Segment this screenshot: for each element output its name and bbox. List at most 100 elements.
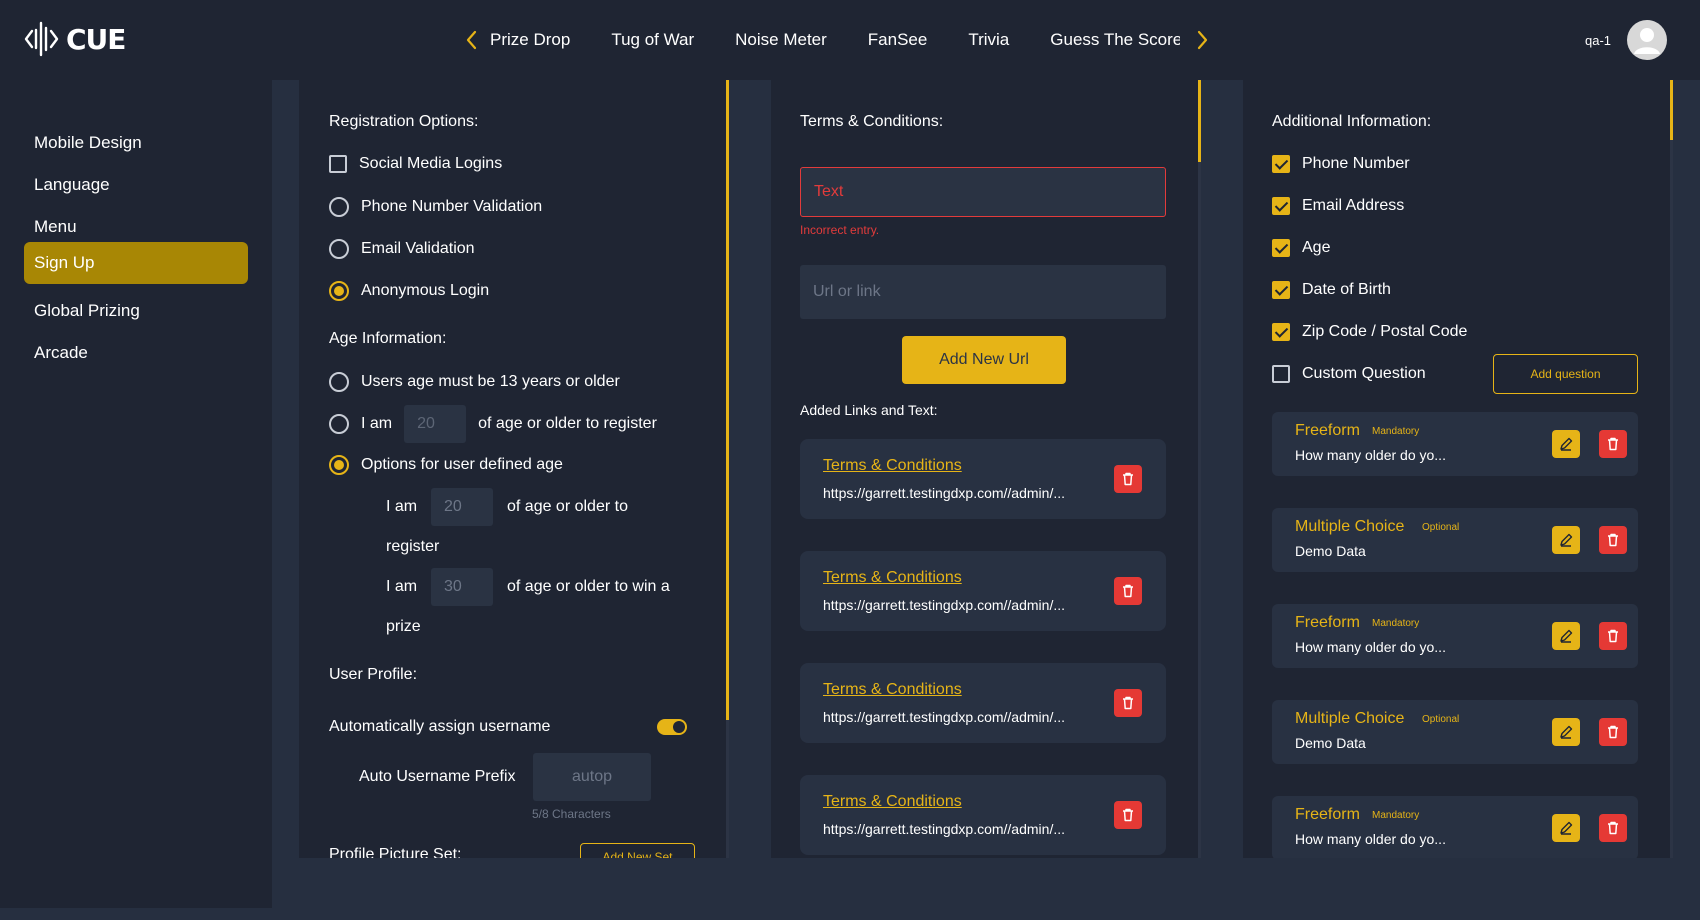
edit-question-button[interactable] (1552, 814, 1580, 842)
sidebar-item-global-prizing[interactable]: Global Prizing (24, 290, 248, 332)
prize-age-input[interactable]: 30 (431, 568, 493, 606)
terms-scroll-track (1198, 80, 1201, 858)
avatar[interactable] (1627, 20, 1667, 60)
terms-text-input[interactable]: Text (800, 167, 1166, 217)
url-input[interactable]: Url or link (800, 265, 1166, 319)
sidebar-item-mobile-design[interactable]: Mobile Design (24, 122, 248, 164)
auto-username-toggle[interactable] (657, 719, 687, 735)
additional-scroll-track (1670, 80, 1673, 858)
option-email-validation[interactable]: Email Validation (329, 239, 475, 259)
register-age-suffix: of age or older to (507, 498, 628, 515)
anonymous-login-label: Anonymous Login (361, 282, 490, 299)
delete-link-button[interactable] (1114, 465, 1142, 493)
prefix-input[interactable]: autop (533, 753, 651, 801)
question-card: Multiple Choice Optional Demo Data (1272, 700, 1638, 764)
delete-question-button[interactable] (1599, 622, 1627, 650)
edit-question-button[interactable] (1552, 526, 1580, 554)
sidebar-item-language[interactable]: Language (24, 164, 248, 206)
user-defined-age-radio[interactable] (329, 455, 349, 475)
option-user-defined-age[interactable]: Options for user defined age (329, 455, 563, 475)
additional-info-panel: Additional Information: Phone Number Ema… (1243, 80, 1673, 858)
option-age-13[interactable]: Users age must be 13 years or older (329, 372, 620, 392)
option-anonymous-login[interactable]: Anonymous Login (329, 281, 489, 301)
auto-username-label: Automatically assign username (329, 718, 551, 735)
tab-noise-meter[interactable]: Noise Meter (735, 30, 827, 50)
field-age[interactable]: Age (1272, 239, 1330, 257)
add-question-button[interactable]: Add question (1493, 354, 1638, 394)
terms-panel: Terms & Conditions: Text Incorrect entry… (771, 80, 1201, 858)
tab-trivia[interactable]: Trivia (968, 30, 1009, 50)
age-custom-radio[interactable] (329, 414, 349, 434)
terms-scrollbar[interactable] (1198, 80, 1201, 162)
question-card: Freeform Mandatory How many older do yo.… (1272, 412, 1638, 476)
phone-validation-radio[interactable] (329, 197, 349, 217)
custom-question-checkbox[interactable] (1272, 365, 1290, 383)
delete-link-button[interactable] (1114, 801, 1142, 829)
delete-question-button[interactable] (1599, 526, 1627, 554)
sidebar-item-arcade[interactable]: Arcade (24, 332, 248, 374)
zip-code-label: Zip Code / Postal Code (1302, 323, 1468, 340)
age-13-radio[interactable] (329, 372, 349, 392)
option-social-media-logins[interactable]: Social Media Logins (329, 155, 502, 173)
link-card: Terms & Conditions https://garrett.testi… (800, 439, 1166, 519)
date-of-birth-checkbox[interactable] (1272, 281, 1290, 299)
logo-text: CUE (66, 22, 126, 56)
link-url: https://garrett.testingdxp.com//admin/..… (823, 709, 1065, 725)
tab-fansee[interactable]: FanSee (868, 30, 928, 50)
edit-question-button[interactable] (1552, 622, 1580, 650)
delete-question-button[interactable] (1599, 718, 1627, 746)
field-email-address[interactable]: Email Address (1272, 197, 1404, 215)
phone-number-checkbox[interactable] (1272, 155, 1290, 173)
field-phone-number[interactable]: Phone Number (1272, 155, 1410, 173)
question-card: Freeform Mandatory How many older do yo.… (1272, 604, 1638, 668)
sidebar-item-sign-up[interactable]: Sign Up (24, 242, 248, 284)
additional-scrollbar[interactable] (1670, 80, 1673, 140)
add-new-url-button[interactable]: Add New Url (902, 336, 1066, 384)
register-age-input[interactable]: 20 (431, 488, 493, 526)
link-title[interactable]: Terms & Conditions (823, 681, 962, 699)
edit-question-button[interactable] (1552, 718, 1580, 746)
tab-guess-the-score[interactable]: Guess The Score (1050, 30, 1180, 50)
social-media-label: Social Media Logins (359, 155, 503, 172)
zip-code-checkbox[interactable] (1272, 323, 1290, 341)
user-defined-age-label: Options for user defined age (361, 456, 563, 473)
edit-question-button[interactable] (1552, 430, 1580, 458)
field-custom-question[interactable]: Custom Question (1272, 365, 1426, 383)
prize-age-prefix: I am (386, 578, 418, 595)
delete-link-button[interactable] (1114, 577, 1142, 605)
option-phone-validation[interactable]: Phone Number Validation (329, 197, 542, 217)
prize-age-wrap: prize (386, 618, 421, 635)
field-date-of-birth[interactable]: Date of Birth (1272, 281, 1391, 299)
trash-icon (1123, 808, 1133, 822)
social-media-checkbox[interactable] (329, 155, 347, 173)
link-title[interactable]: Terms & Conditions (823, 457, 962, 475)
phone-validation-label: Phone Number Validation (361, 198, 543, 215)
link-title[interactable]: Terms & Conditions (823, 793, 962, 811)
prefix-label: Auto Username Prefix (359, 768, 516, 785)
anonymous-login-radio[interactable] (329, 281, 349, 301)
option-age-custom[interactable]: I am 20 of age or older to register (329, 405, 657, 443)
delete-link-button[interactable] (1114, 689, 1142, 717)
delete-question-button[interactable] (1599, 430, 1627, 458)
delete-question-button[interactable] (1599, 814, 1627, 842)
question-text: How many older do yo... (1295, 639, 1446, 655)
age-custom-input[interactable]: 20 (404, 405, 467, 443)
email-address-checkbox[interactable] (1272, 197, 1290, 215)
question-type: Multiple Choice (1295, 518, 1405, 535)
add-new-set-button[interactable]: Add New Set (580, 843, 695, 858)
link-card: Terms & Conditions https://garrett.testi… (800, 663, 1166, 743)
cue-logo[interactable]: CUE (24, 20, 126, 58)
age-checkbox[interactable] (1272, 239, 1290, 257)
link-title[interactable]: Terms & Conditions (823, 569, 962, 587)
chevron-right-icon[interactable] (1192, 26, 1212, 54)
field-zip-code[interactable]: Zip Code / Postal Code (1272, 323, 1467, 341)
email-validation-radio[interactable] (329, 239, 349, 259)
question-text: How many older do yo... (1295, 831, 1446, 847)
chevron-left-icon[interactable] (462, 26, 482, 54)
tab-tug-of-war[interactable]: Tug of War (611, 30, 694, 50)
tab-prize-drop[interactable]: Prize Drop (490, 30, 570, 50)
registration-scrollbar[interactable] (726, 80, 729, 720)
age-custom-prefix: I am (361, 415, 393, 432)
trash-icon (1608, 533, 1618, 547)
cue-logo-icon (24, 21, 59, 57)
